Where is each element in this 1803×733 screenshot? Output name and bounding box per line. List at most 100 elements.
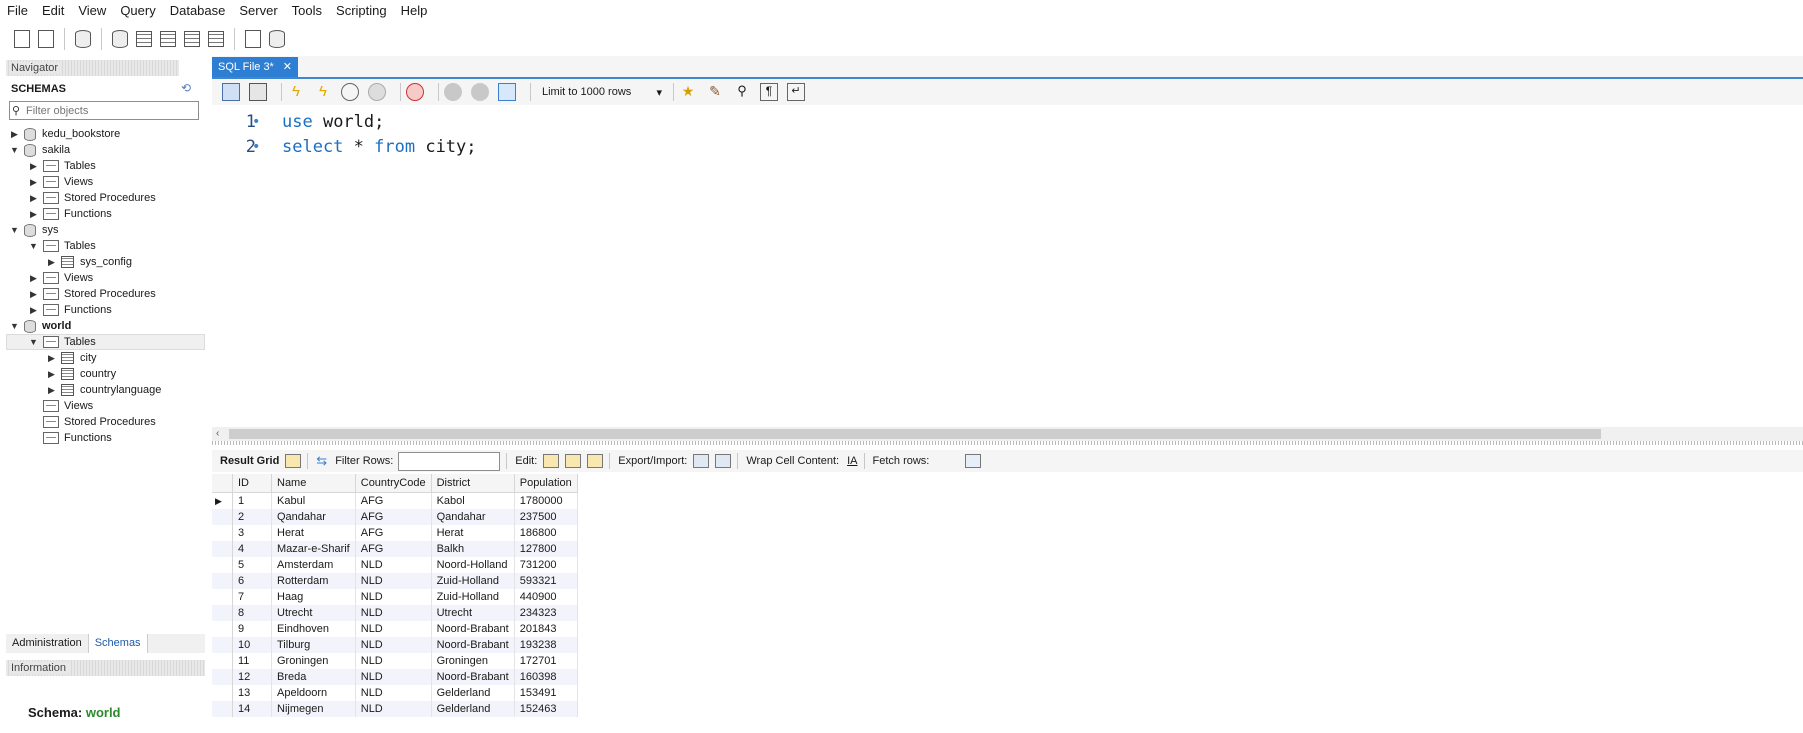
cell-district[interactable]: Herat: [431, 525, 515, 541]
insert-row-icon[interactable]: [565, 454, 582, 468]
search-table-data-icon[interactable]: [245, 30, 261, 48]
cell-population[interactable]: 172701: [514, 653, 578, 669]
column-header-population[interactable]: Population: [514, 474, 578, 493]
cell-name[interactable]: Groningen: [271, 653, 356, 669]
cell-id[interactable]: 6: [232, 573, 272, 589]
collapse-arrow-icon[interactable]: ▼: [10, 145, 19, 155]
tree-item-tables[interactable]: ▼ Tables: [29, 334, 96, 350]
cell-id[interactable]: 11: [232, 653, 272, 669]
create-function-icon[interactable]: [208, 31, 224, 47]
cell-name[interactable]: Eindhoven: [271, 621, 356, 637]
cell-name[interactable]: Amsterdam: [271, 557, 356, 573]
row-marker[interactable]: [212, 509, 233, 525]
collapse-arrow-icon[interactable]: ▼: [29, 337, 38, 347]
commit-icon[interactable]: [444, 83, 462, 101]
filter-objects-input[interactable]: [26, 103, 194, 118]
cell-population[interactable]: 152463: [514, 701, 578, 717]
table-row[interactable]: 6 Rotterdam NLD Zuid-Holland 593321: [212, 573, 578, 589]
tree-item-stored-procedures[interactable]: ▶ Stored Procedures: [29, 190, 156, 206]
save-icon[interactable]: [249, 83, 267, 101]
cell-population[interactable]: 440900: [514, 589, 578, 605]
row-marker[interactable]: [212, 637, 233, 653]
expand-arrow-icon[interactable]: ▶: [47, 369, 56, 380]
cell-district[interactable]: Groningen: [431, 653, 515, 669]
cell-name[interactable]: Utrecht: [271, 605, 356, 621]
tree-item-kedu-bookstore[interactable]: ▶ kedu_bookstore: [10, 126, 120, 142]
cell-countrycode[interactable]: NLD: [355, 589, 432, 605]
table-row[interactable]: 13 Apeldoorn NLD Gelderland 153491: [212, 685, 578, 701]
filter-rows-input[interactable]: [398, 451, 501, 471]
table-row[interactable]: 8 Utrecht NLD Utrecht 234323: [212, 605, 578, 621]
cell-countrycode[interactable]: NLD: [355, 685, 432, 701]
cell-id[interactable]: 14: [232, 701, 272, 717]
cell-countrycode[interactable]: AFG: [355, 525, 432, 541]
row-marker[interactable]: [212, 653, 233, 669]
cell-id[interactable]: 12: [232, 669, 272, 685]
cell-name[interactable]: Qandahar: [271, 509, 356, 525]
cell-countrycode[interactable]: AFG: [355, 541, 432, 557]
table-row[interactable]: 2 Qandahar AFG Qandahar 237500: [212, 509, 578, 525]
find-icon[interactable]: ⚲: [733, 83, 751, 101]
cell-name[interactable]: Mazar-e-Sharif: [271, 541, 356, 557]
tree-item-city[interactable]: ▶ city: [47, 350, 97, 366]
menu-scripting[interactable]: Scripting: [329, 0, 394, 22]
expand-arrow-icon[interactable]: ▶: [29, 273, 38, 284]
new-sql-tab-icon[interactable]: [14, 30, 30, 48]
row-marker[interactable]: [212, 621, 233, 637]
reconnect-icon[interactable]: [269, 30, 285, 48]
expand-arrow-icon[interactable]: ▶: [29, 305, 38, 316]
cell-district[interactable]: Noord-Brabant: [431, 669, 515, 685]
cell-district[interactable]: Noord-Brabant: [431, 637, 515, 653]
column-header-countrycode[interactable]: CountryCode: [355, 474, 432, 493]
tree-item-world[interactable]: ▼ world: [10, 318, 71, 334]
row-marker[interactable]: [212, 701, 233, 717]
refresh-icon[interactable]: ⇆: [316, 453, 327, 469]
close-icon[interactable]: ✕: [283, 57, 292, 77]
scroll-left-icon[interactable]: ‹: [216, 427, 219, 441]
cell-countrycode[interactable]: NLD: [355, 653, 432, 669]
cell-id[interactable]: 9: [232, 621, 272, 637]
cell-countrycode[interactable]: NLD: [355, 669, 432, 685]
tree-item-sakila[interactable]: ▼ sakila: [10, 142, 70, 158]
expand-arrow-icon[interactable]: ▶: [47, 385, 56, 396]
cell-id[interactable]: 8: [232, 605, 272, 621]
cell-countrycode[interactable]: AFG: [355, 509, 432, 525]
row-marker[interactable]: [212, 685, 233, 701]
table-row[interactable]: 4 Mazar-e-Sharif AFG Balkh 127800: [212, 541, 578, 557]
cell-name[interactable]: Rotterdam: [271, 573, 356, 589]
explain-icon[interactable]: [341, 83, 359, 101]
autocommit-icon[interactable]: [498, 83, 516, 101]
table-row[interactable]: 5 Amsterdam NLD Noord-Holland 731200: [212, 557, 578, 573]
menu-query[interactable]: Query: [113, 0, 162, 22]
open-file-icon[interactable]: [222, 83, 240, 101]
editor-horizontal-scrollbar[interactable]: ‹: [212, 427, 1803, 441]
cell-id[interactable]: 13: [232, 685, 272, 701]
filter-objects-box[interactable]: ⚲: [9, 101, 199, 120]
tab-sql-file[interactable]: SQL File 3* ✕: [212, 57, 298, 77]
cell-name[interactable]: Tilburg: [271, 637, 356, 653]
tree-item-functions[interactable]: Functions: [29, 430, 112, 446]
beautify-icon[interactable]: ✎: [706, 83, 724, 101]
cell-id[interactable]: 4: [232, 541, 272, 557]
create-table-icon[interactable]: [136, 31, 152, 47]
menu-edit[interactable]: Edit: [35, 0, 71, 22]
cell-district[interactable]: Gelderland: [431, 685, 515, 701]
edit-row-icon[interactable]: [543, 454, 560, 468]
rollback-icon[interactable]: [471, 83, 489, 101]
cell-population[interactable]: 1780000: [514, 492, 578, 509]
cell-countrycode[interactable]: NLD: [355, 621, 432, 637]
cell-countrycode[interactable]: NLD: [355, 573, 432, 589]
expand-arrow-icon[interactable]: ▶: [29, 161, 38, 172]
table-row[interactable]: 11 Groningen NLD Groningen 172701: [212, 653, 578, 669]
expand-arrow-icon[interactable]: ▶: [29, 209, 38, 220]
cell-population[interactable]: 160398: [514, 669, 578, 685]
execute-icon[interactable]: ϟ: [287, 83, 305, 101]
result-grid-tab[interactable]: Result Grid: [220, 455, 279, 467]
cell-countrycode[interactable]: NLD: [355, 605, 432, 621]
cell-district[interactable]: Gelderland: [431, 701, 515, 717]
cell-district[interactable]: Qandahar: [431, 509, 515, 525]
execute-current-icon[interactable]: ϟ: [314, 83, 332, 101]
cell-id[interactable]: 7: [232, 589, 272, 605]
export-icon[interactable]: [693, 454, 710, 468]
grid-view-icon[interactable]: [285, 454, 302, 468]
